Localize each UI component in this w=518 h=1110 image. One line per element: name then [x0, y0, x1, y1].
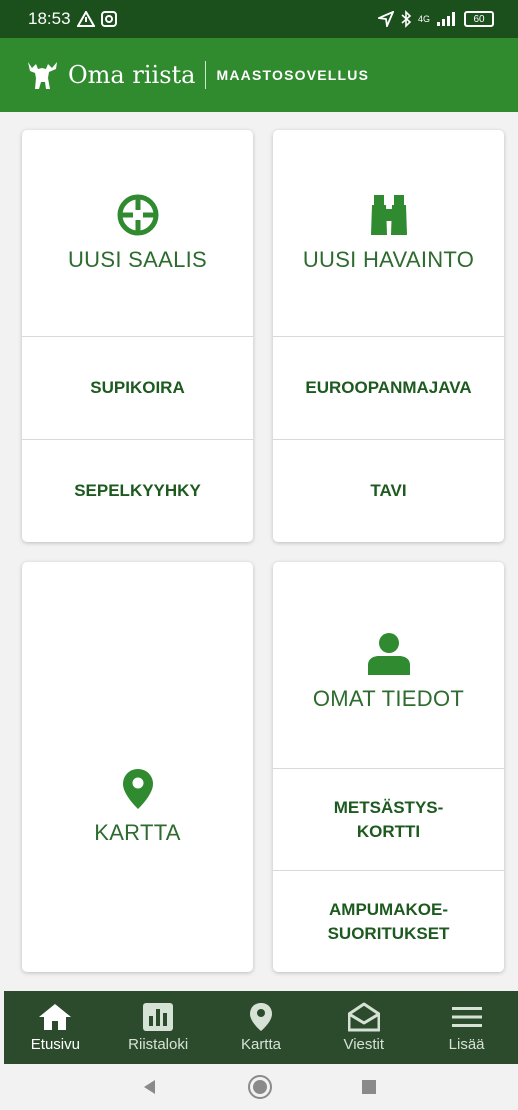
battery-indicator: 60 [464, 11, 494, 27]
nav-label: Riistaloki [128, 1036, 189, 1053]
map-card[interactable]: KARTTA [22, 562, 253, 972]
nav-riistaloki[interactable]: Riistaloki [108, 1002, 208, 1053]
new-observation-title: UUSI HAVAINTO [302, 247, 475, 272]
nav-kartta[interactable]: Kartta [211, 1002, 311, 1053]
nav-label: Kartta [240, 1036, 281, 1053]
observation-card: UUSI HAVAINTO EUROOPANMAJAVA TAVI [273, 130, 504, 542]
map-pin-icon [249, 1003, 272, 1031]
nav-lisaa[interactable]: Lisää [417, 1002, 517, 1053]
status-time: 18:53 [28, 9, 71, 28]
catch-quick-item[interactable]: SUPIKOIRA [22, 337, 253, 440]
crosshair-icon [117, 194, 158, 236]
brand-divider [205, 61, 207, 89]
mail-icon [347, 1002, 380, 1032]
nav-viestit[interactable]: Viestit [314, 1002, 414, 1053]
new-observation-button[interactable]: UUSI HAVAINTO [273, 130, 504, 337]
moose-logo-icon [28, 62, 57, 89]
person-icon [367, 633, 410, 675]
network-type: 4G [417, 14, 430, 24]
profile-card: OMAT TIEDOT METSÄSTYS- KORTTI AMPUMAKOE-… [273, 562, 504, 972]
binoculars-icon [370, 195, 407, 235]
observation-quick-item[interactable]: TAVI [273, 440, 504, 542]
location-arrow-icon [377, 11, 394, 27]
observation-quick-item[interactable]: EUROOPANMAJAVA [273, 337, 504, 440]
nav-label: Viestit [343, 1036, 385, 1053]
nav-label: Lisää [448, 1036, 485, 1053]
recents-icon[interactable] [361, 1079, 377, 1095]
bottom-navigation: Etusivu Riistaloki Kartta Viestit Lisää [4, 991, 518, 1064]
menu-icon [451, 1007, 482, 1027]
bluetooth-icon [401, 10, 412, 28]
back-icon[interactable] [141, 1078, 159, 1096]
new-catch-button[interactable]: UUSI SAALIS [22, 130, 253, 337]
app-header: Oma riista MAASTOSOVELLUS [0, 38, 518, 112]
profile-quick-item[interactable]: AMPUMAKOE- SUORITUKSET [273, 871, 504, 972]
catch-card: UUSI SAALIS SUPIKOIRA SEPELKYYHKY [22, 130, 253, 542]
catch-quick-item[interactable]: SEPELKYYHKY [22, 440, 253, 542]
my-details-button[interactable]: OMAT TIEDOT [273, 562, 504, 769]
new-catch-title: UUSI SAALIS [67, 247, 208, 272]
status-bar: 18:53 4G 60 [0, 0, 518, 38]
map-title: KARTTA [94, 820, 181, 845]
profile-quick-item[interactable]: METSÄSTYS- KORTTI [273, 769, 504, 871]
system-navigation-bar [0, 1064, 518, 1110]
warning-icon [76, 11, 95, 27]
map-card-content: KARTTA [22, 562, 253, 972]
map-pin-icon [122, 769, 153, 809]
signal-icon [437, 12, 455, 26]
nav-label: Etusivu [30, 1036, 80, 1053]
app-subtitle: MAASTOSOVELLUS [216, 67, 370, 83]
home-circle-icon[interactable] [247, 1074, 273, 1100]
nav-etusivu[interactable]: Etusivu [5, 1002, 105, 1053]
app-brand: Oma riista [68, 61, 196, 89]
home-icon [39, 1004, 72, 1030]
app-notification-icon [100, 11, 117, 27]
my-details-title: OMAT TIEDOT [312, 686, 465, 711]
bar-chart-icon [143, 1003, 174, 1031]
